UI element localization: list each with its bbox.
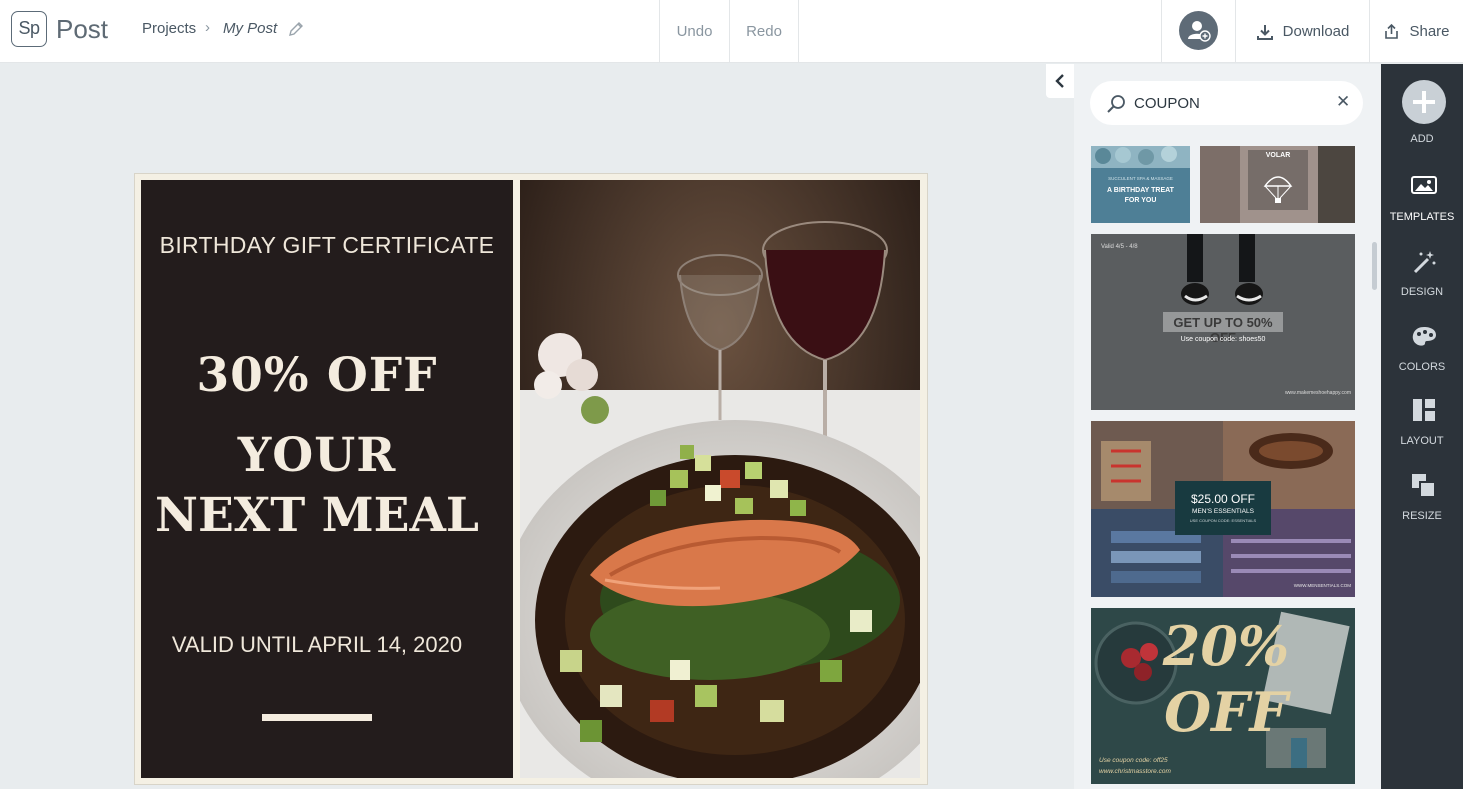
top-bar: Sp Post Projects › My Post Undo Redo Dow…: [0, 0, 1463, 63]
redo-button[interactable]: Redo: [729, 0, 799, 63]
resize-icon: [1412, 474, 1436, 498]
download-button[interactable]: Download: [1236, 0, 1370, 63]
magic-wand-icon: [1413, 251, 1436, 274]
template-mens-price: $25.00 OFF: [1190, 492, 1256, 506]
template-volar-brand: VOLAR: [1265, 152, 1291, 159]
template-mens-line: MEN'S ESSENTIALS: [1192, 508, 1254, 515]
template-search-box: ✕: [1090, 81, 1363, 125]
rail-colors-button[interactable]: COLORS: [1381, 324, 1463, 379]
templates-scrollbar[interactable]: [1372, 242, 1377, 290]
certificate-heading[interactable]: BIRTHDAY GIFT CERTIFICATE: [141, 232, 513, 259]
template-thumbnail-volar[interactable]: VOLAR: [1200, 146, 1355, 223]
template-christmas-headline1: 20%: [1162, 614, 1290, 678]
rail-design-label: DESIGN: [1400, 286, 1444, 298]
template-thumbnail-christmas[interactable]: 20% OFF Use coupon code: off25 www.chris…: [1091, 608, 1355, 784]
share-label: Share: [1409, 23, 1450, 40]
clear-search-icon[interactable]: ✕: [1336, 92, 1350, 112]
rail-templates-label: TEMPLATES: [1389, 211, 1455, 223]
plus-icon: [1402, 80, 1446, 124]
template-spa-line1: SUCCULENT SPA & MASSAGE: [1108, 176, 1173, 181]
template-thumbnail-spa[interactable]: SUCCULENT SPA & MASSAGE A BIRTHDAY TREAT…: [1091, 146, 1190, 223]
template-shoes-site: www.makemeshoehappy.com: [1284, 390, 1351, 396]
rail-design-button[interactable]: DESIGN: [1381, 249, 1463, 304]
layout-icon: [1413, 399, 1435, 421]
certificate-validity[interactable]: VALID UNTIL APRIL 14, 2020: [141, 632, 493, 658]
certificate-text-panel[interactable]: BIRTHDAY GIFT CERTIFICATE 30% OFF YOUR N…: [141, 180, 513, 778]
app-name: Post: [56, 14, 109, 44]
rail-add-label: ADD: [1410, 133, 1434, 145]
palette-icon: [1412, 327, 1436, 346]
template-thumbnail-mens[interactable]: $25.00 OFF MEN'S ESSENTIALS USE COUPON C…: [1091, 421, 1355, 597]
undo-button[interactable]: Undo: [659, 0, 729, 63]
template-mens-code: USE COUPON CODE: ESSENTIALS: [1189, 518, 1257, 523]
download-icon: [1256, 24, 1273, 40]
template-thumbnail-shoes[interactable]: Valid 4/5 - 4/8 GET UP TO 50% OFF Use co…: [1091, 234, 1355, 410]
share-icon: [1385, 23, 1399, 39]
edit-title-pencil-icon[interactable]: [287, 20, 305, 38]
chevron-left-icon: [1055, 74, 1064, 88]
template-spa-line3: FOR YOU: [1124, 197, 1157, 204]
breadcrumb-projects[interactable]: Projects: [142, 20, 196, 37]
app-logo-icon[interactable]: Sp: [11, 11, 47, 47]
rail-templates-button[interactable]: TEMPLATES: [1381, 174, 1463, 229]
collapse-panel-button[interactable]: [1046, 64, 1074, 98]
image-icon: [1411, 176, 1437, 194]
template-search-input[interactable]: [1134, 93, 1314, 113]
collaborator-button[interactable]: [1161, 0, 1236, 63]
rail-layout-button[interactable]: LAYOUT: [1381, 398, 1463, 453]
certificate-divider[interactable]: [262, 714, 372, 721]
certificate-line-your[interactable]: YOUR: [141, 428, 493, 483]
food-photo[interactable]: [520, 180, 920, 778]
tool-rail: ADD TEMPLATES DESIGN COLORS LAYOUT RESIZ…: [1381, 64, 1463, 789]
certificate-line-next-meal[interactable]: NEXT MEAL: [141, 488, 493, 543]
template-christmas-headline2: OFF: [1164, 680, 1288, 744]
download-label: Download: [1282, 23, 1350, 40]
template-shoes-code: Use coupon code: shoes50: [1180, 336, 1266, 343]
certificate-discount[interactable]: 30% OFF: [141, 348, 493, 403]
template-christmas-site: www.christmasstore.com: [1099, 768, 1171, 775]
template-mens-site: WWW.MENSENTIALS.COM: [1293, 583, 1351, 588]
project-title[interactable]: My Post: [223, 20, 277, 37]
template-christmas-code: Use coupon code: off25: [1099, 757, 1168, 764]
avatar[interactable]: [1179, 11, 1218, 50]
breadcrumb-chevron-icon: ›: [205, 19, 210, 36]
salmon-dish-image: [520, 180, 920, 778]
template-shoes-validity: Valid 4/5 - 4/8: [1101, 244, 1138, 250]
share-button[interactable]: Share: [1370, 0, 1463, 63]
add-user-icon: [1188, 21, 1211, 42]
template-spa-image: [1091, 146, 1190, 168]
search-icon: [1107, 95, 1125, 113]
rail-colors-label: COLORS: [1398, 361, 1446, 373]
templates-panel: ✕ SUCCULENT SPA & MASSAGE A BIRTHDAY TRE…: [1074, 64, 1381, 789]
rail-resize-label: RESIZE: [1402, 510, 1442, 522]
rail-add-button[interactable]: ADD: [1381, 80, 1463, 150]
rail-layout-label: LAYOUT: [1400, 435, 1444, 447]
template-spa-line2: A BIRTHDAY TREAT: [1107, 187, 1174, 194]
rail-resize-button[interactable]: RESIZE: [1381, 473, 1463, 528]
